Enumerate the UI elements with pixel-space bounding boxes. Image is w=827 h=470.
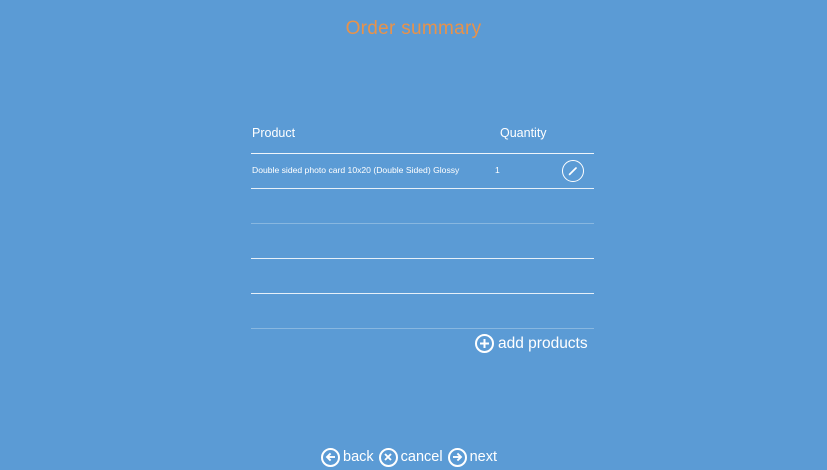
back-label: back bbox=[343, 449, 374, 465]
back-button[interactable]: back bbox=[321, 447, 374, 467]
add-products-button[interactable]: add products bbox=[475, 334, 588, 353]
arrow-right-circle-icon bbox=[447, 447, 467, 467]
x-circle-icon bbox=[378, 447, 398, 467]
cancel-label: cancel bbox=[400, 449, 443, 465]
table-row-empty bbox=[251, 259, 594, 294]
product-column-header: Product bbox=[252, 126, 296, 140]
next-button[interactable]: next bbox=[447, 447, 497, 467]
cancel-button[interactable]: cancel bbox=[378, 447, 443, 467]
quantity-column-header: Quantity bbox=[500, 126, 547, 140]
page-title: Order summary bbox=[345, 18, 482, 39]
product-name: Double sided photo card 10x20 (Double Si… bbox=[252, 165, 460, 175]
pencil-icon bbox=[567, 165, 579, 177]
add-products-label: add products bbox=[498, 334, 588, 352]
table-row-empty bbox=[251, 224, 594, 259]
footer-navigation: back cancel next bbox=[321, 446, 502, 468]
table-row: Double sided photo card 10x20 (Double Si… bbox=[251, 154, 594, 189]
table-header: Product Quantity bbox=[251, 118, 594, 154]
arrow-left-circle-icon bbox=[321, 447, 340, 467]
next-label: next bbox=[469, 449, 497, 465]
edit-item-button[interactable] bbox=[562, 160, 584, 182]
table-row-empty bbox=[251, 294, 594, 329]
table-row-empty bbox=[251, 189, 594, 224]
plus-circle-icon bbox=[475, 334, 494, 353]
product-quantity: 1 bbox=[495, 165, 500, 175]
order-table: Product Quantity Double sided photo card… bbox=[251, 118, 594, 329]
